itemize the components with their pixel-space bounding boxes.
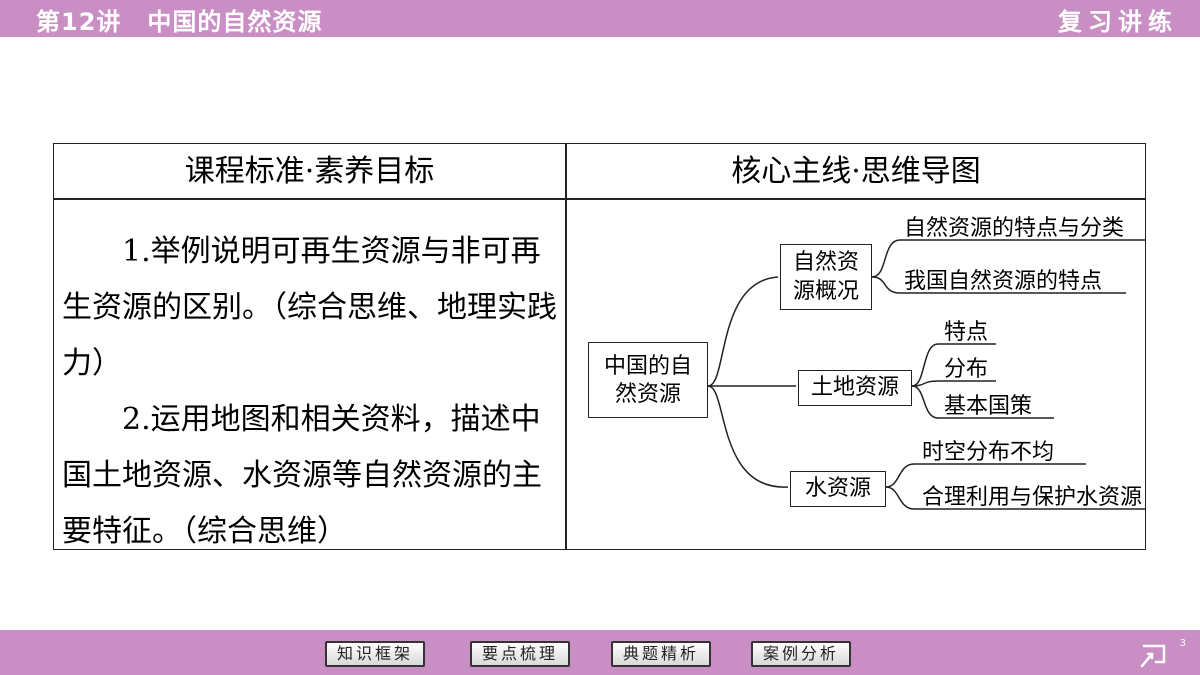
footer-bar: 知识框架 要点梳理 典题精析 案例分析 3 (0, 630, 1200, 675)
content-table: 课程标准·素养目标 核心主线·思维导图 1.举例说明可再生资源与非可再生资源的区… (53, 143, 1146, 550)
page-indicator[interactable]: 3 (1138, 638, 1186, 670)
mindmap-leaf: 基本国策 (944, 394, 1033, 419)
mindmap-leaf: 自然资源的特点与分类 (904, 216, 1125, 241)
mindmap-leaf: 我国自然资源的特点 (904, 269, 1103, 294)
header-bar: 第12讲 中国的自然资源 复习讲练 (0, 0, 1200, 37)
nav-key-points-button[interactable]: 要点梳理 (470, 641, 571, 667)
standards-text: 1.举例说明可再生资源与非可再生资源的区别。（综合思维、地理实践力） 2.运用地… (62, 224, 564, 560)
lecture-title: 中国的自然资源 (147, 8, 323, 36)
mindmap-header: 核心主线·思维导图 (731, 154, 981, 189)
nav-typical-problems-button[interactable]: 典题精析 (611, 641, 712, 667)
mind-map: 中国的自然资源 自然资源概况 土地资源 水资源 自然资源的特点与分类 我国自然资… (566, 199, 1146, 549)
nav-case-analysis-button[interactable]: 案例分析 (751, 641, 852, 667)
standard-item: 2.运用地图和相关资料，描述中国土地资源、水资源等自然资源的主要特征。（综合思维… (62, 402, 542, 549)
standards-header: 课程标准·素养目标 (184, 154, 435, 189)
mindmap-branch-land: 土地资源 (798, 370, 912, 406)
mindmap-leaf: 合理利用与保护水资源 (922, 485, 1143, 510)
page-number: 3 (1179, 638, 1186, 649)
lecture-number: 第12讲 (36, 8, 122, 36)
mindmap-root: 中国的自然资源 (588, 342, 708, 418)
return-arrow-icon (1140, 644, 1166, 668)
nav-knowledge-framework-button[interactable]: 知识框架 (325, 641, 426, 667)
standard-item: 1.举例说明可再生资源与非可再生资源的区别。（综合思维、地理实践力） (62, 234, 557, 381)
mindmap-leaf: 特点 (944, 320, 989, 345)
mindmap-leaf: 时空分布不均 (922, 440, 1055, 465)
mindmap-branch-overview: 自然资源概况 (780, 244, 872, 310)
section-title: 复习讲练 (1058, 8, 1178, 36)
mindmap-leaf: 分布 (944, 357, 989, 382)
lecture-heading: 第12讲 中国的自然资源 (36, 2, 322, 37)
mindmap-branch-water: 水资源 (790, 471, 886, 507)
